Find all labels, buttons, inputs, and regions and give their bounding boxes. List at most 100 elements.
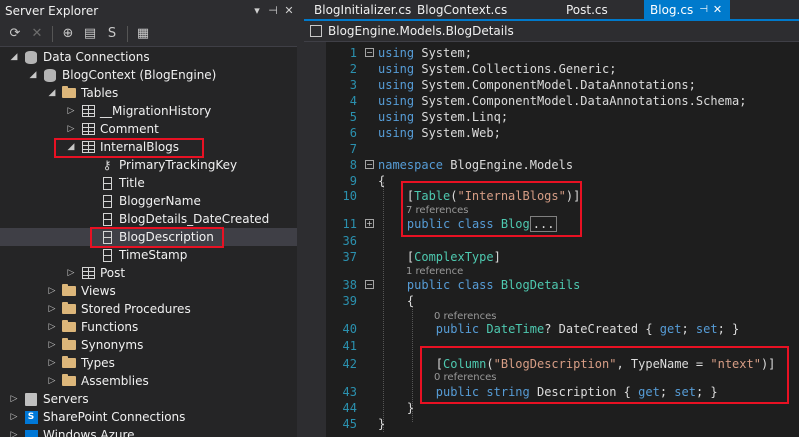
panel-splitter[interactable] (297, 0, 304, 437)
code-line[interactable]: 45} (326, 416, 799, 432)
code-token: System.Collections.Generic; (414, 62, 617, 76)
code-line[interactable]: 40 public DateTime? DateCreated { get; s… (326, 321, 799, 337)
line-number: 6 (349, 126, 357, 140)
stop-refresh-icon[interactable]: ✕ (26, 24, 48, 44)
code-line[interactable]: 3 using System.ComponentModel.DataAnnotat… (326, 77, 799, 93)
window-position-dropdown-icon[interactable]: ▾ (249, 4, 265, 17)
tab-blog-active[interactable]: Blog.cs ⊣ ✕ (644, 0, 730, 19)
collapsed-arrow-icon[interactable]: ▷ (44, 358, 60, 368)
line-number: 39 (342, 294, 357, 308)
code-token: public (435, 322, 480, 336)
server-icon-glyph (25, 392, 37, 406)
folder-icon (60, 284, 78, 298)
collapsed-arrow-icon[interactable]: ▷ (6, 412, 22, 422)
tree-node[interactable]: ▷ __MigrationHistory (0, 102, 297, 120)
tree-node[interactable]: ▷ Views (0, 282, 297, 300)
line-number: 4 (349, 94, 357, 108)
code-text: public class BlogDetails (378, 277, 580, 293)
folder-icon-glyph (62, 86, 76, 98)
collapsed-arrow-icon[interactable]: ▷ (63, 268, 79, 278)
tree-node[interactable]: ▷ Servers (0, 390, 297, 408)
tree-node[interactable]: BlogDetails_DateCreated (0, 210, 297, 228)
key-icon-glyph: ⚷ (102, 158, 112, 172)
column-icon-glyph (102, 176, 112, 190)
tree-node-label: Title (119, 176, 145, 190)
tree-node[interactable]: ▷ Types (0, 354, 297, 372)
tree-node[interactable]: ▷ Synonyms (0, 336, 297, 354)
expand-outline-icon[interactable]: + (365, 219, 374, 228)
code-line[interactable]: 37 [ComplexType] (326, 249, 799, 265)
tree-node[interactable]: ⚷ PrimaryTrackingKey (0, 156, 297, 174)
code-line[interactable]: 1− using System; (326, 45, 799, 61)
close-panel-icon[interactable]: ✕ (281, 4, 297, 17)
tree-node[interactable]: ◢ Data Connections (0, 48, 297, 66)
code-line[interactable]: 5 using System.Linq; (326, 109, 799, 125)
tree-node[interactable]: ▷ Post (0, 264, 297, 282)
close-tab-icon[interactable]: ✕ (713, 3, 722, 16)
expanded-arrow-icon[interactable]: ◢ (6, 52, 22, 62)
code-line[interactable]: 6 using System.Web; (326, 125, 799, 141)
azure-icon-glyph (24, 429, 38, 437)
collapsed-arrow-icon[interactable]: ▷ (63, 124, 79, 134)
tree-node[interactable]: ▷ Comment (0, 120, 297, 138)
tree-node[interactable]: ▷ Functions (0, 318, 297, 336)
line-number: 8 (349, 158, 357, 172)
code-line[interactable]: 8− namespace BlogEngine.Models (326, 157, 799, 173)
refresh-icon[interactable]: ⟳ (4, 24, 26, 44)
code-line[interactable]: 4 using System.ComponentModel.DataAnnotat… (326, 93, 799, 109)
tree-node[interactable]: Title (0, 174, 297, 192)
code-editor[interactable]: 1− using System; 2 using System.Collections… (304, 42, 799, 437)
collapsed-arrow-icon[interactable]: ▷ (44, 304, 60, 314)
code-line[interactable]: 39 { (326, 293, 799, 309)
folder-icon-glyph (62, 302, 76, 314)
tree-node[interactable]: ▷ Assemblies (0, 372, 297, 390)
code-line[interactable]: 7 (326, 141, 799, 157)
class-icon (310, 25, 322, 37)
collapsed-arrow-icon[interactable]: ▷ (63, 106, 79, 116)
collapse-outline-icon[interactable]: − (365, 280, 374, 289)
collapsed-arrow-icon[interactable]: ▷ (6, 430, 22, 437)
tree-node[interactable]: BloggerName (0, 192, 297, 210)
codelens-references[interactable]: 1 reference (406, 265, 463, 278)
expanded-arrow-icon[interactable]: ◢ (25, 70, 41, 80)
tree-node[interactable]: TimeStamp (0, 246, 297, 264)
column-icon (98, 194, 116, 208)
collapsed-arrow-icon[interactable]: ▷ (44, 286, 60, 296)
code-text: using System.Web; (378, 125, 501, 141)
tab-post[interactable]: Post.cs (560, 0, 630, 19)
tree-node[interactable]: ▷ Stored Procedures (0, 300, 297, 318)
table-icon (79, 104, 97, 118)
expanded-arrow-icon[interactable]: ◢ (44, 88, 60, 98)
collapsed-arrow-icon[interactable]: ▷ (6, 394, 22, 404)
tree-node[interactable]: ◢ BlogContext (BlogEngine) (0, 66, 297, 84)
auto-hide-pin-icon[interactable]: ⊣ (265, 4, 281, 17)
collapsed-arrow-icon[interactable]: ▷ (44, 322, 60, 332)
connection-icon (41, 68, 59, 82)
code-line[interactable]: 38− public class BlogDetails (326, 277, 799, 293)
collapse-outline-icon[interactable]: − (365, 48, 374, 57)
navigation-bar[interactable]: BlogEngine.Models.BlogDetails (304, 21, 799, 42)
code-line[interactable]: 2 using System.Collections.Generic; (326, 61, 799, 77)
connect-to-sharepoint-icon[interactable]: S (101, 24, 123, 44)
tree-node-label: Synonyms (81, 338, 144, 352)
tree-node-label: Tables (81, 86, 119, 100)
column-icon (98, 248, 116, 262)
tab-label: Blog.cs (650, 2, 694, 17)
tree-node[interactable]: ▷ Windows Azure (0, 426, 297, 437)
connect-to-server-icon[interactable]: ▤ (79, 24, 101, 44)
collapsed-arrow-icon[interactable]: ▷ (44, 340, 60, 350)
tree-node[interactable]: ◢ Tables (0, 84, 297, 102)
tree-node[interactable]: ▷ S SharePoint Connections (0, 408, 297, 426)
connect-to-database-icon[interactable]: ⊕ (57, 24, 79, 44)
tab-bloginitializer[interactable]: BlogInitializer.cs (308, 0, 413, 19)
properties-icon[interactable]: ▦ (132, 24, 154, 44)
code-token: System; (414, 46, 472, 60)
pin-tab-icon[interactable]: ⊣ (699, 4, 708, 15)
tab-blogcontext[interactable]: BlogContext.cs (411, 0, 521, 19)
navigation-member: BlogEngine.Models.BlogDetails (328, 24, 514, 38)
codelens-references[interactable]: 0 references (434, 310, 497, 323)
code-token: } (378, 417, 386, 431)
collapse-outline-icon[interactable]: − (365, 160, 374, 169)
collapsed-arrow-icon[interactable]: ▷ (44, 376, 60, 386)
